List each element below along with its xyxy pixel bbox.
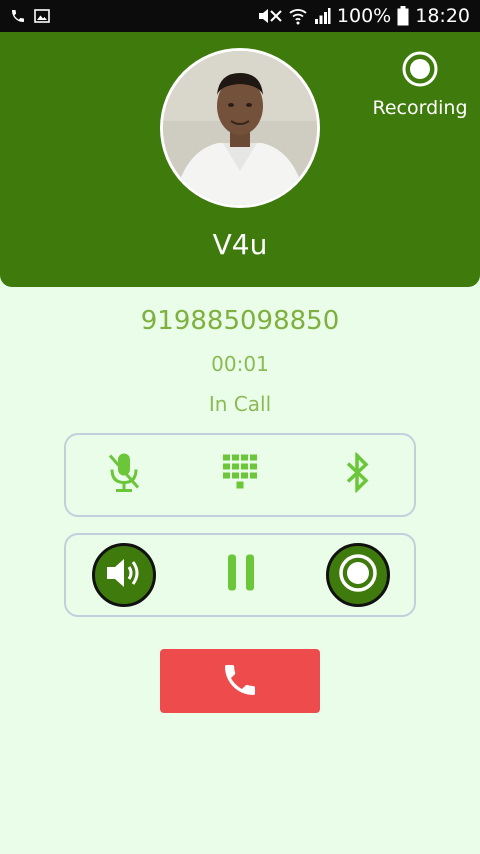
status-bar-left	[10, 8, 50, 24]
speaker-button[interactable]	[92, 543, 156, 607]
gallery-icon	[34, 8, 50, 24]
avatar-photo	[163, 51, 317, 205]
pause-icon	[226, 553, 256, 598]
mute-notification-icon	[257, 7, 283, 25]
bluetooth-button[interactable]	[344, 451, 372, 498]
battery-percent: 100%	[336, 5, 392, 27]
speaker-icon	[104, 555, 144, 596]
call-actions-panel	[64, 533, 416, 617]
record-button[interactable]	[326, 543, 390, 607]
bluetooth-icon	[344, 451, 372, 498]
dialpad-icon	[221, 453, 261, 498]
end-call-button[interactable]	[160, 649, 320, 713]
avatar	[160, 48, 320, 208]
call-options-panel	[64, 433, 416, 517]
call-duration: 00:01	[211, 352, 269, 376]
mute-mic-icon	[106, 452, 142, 499]
record-icon	[337, 552, 379, 599]
call-notification-icon	[10, 8, 26, 24]
hold-button[interactable]	[226, 553, 256, 598]
phone-number: 919885098850	[140, 306, 340, 336]
clock: 18:20	[415, 5, 470, 27]
signal-icon	[313, 7, 331, 25]
call-header: V4u Recording	[0, 32, 480, 287]
caller-name: V4u	[212, 228, 268, 261]
record-circle-icon	[401, 50, 439, 93]
status-bar-right: 100% 18:20	[257, 5, 470, 27]
recording-toggle[interactable]: Recording	[368, 50, 472, 119]
dialpad-button[interactable]	[221, 453, 261, 498]
phone-icon	[220, 660, 260, 703]
status-bar: 100% 18:20	[0, 0, 480, 32]
wifi-icon	[289, 7, 307, 25]
recording-label: Recording	[372, 97, 468, 119]
battery-icon	[397, 6, 409, 26]
mute-button[interactable]	[106, 452, 142, 499]
call-status: In Call	[208, 392, 272, 416]
